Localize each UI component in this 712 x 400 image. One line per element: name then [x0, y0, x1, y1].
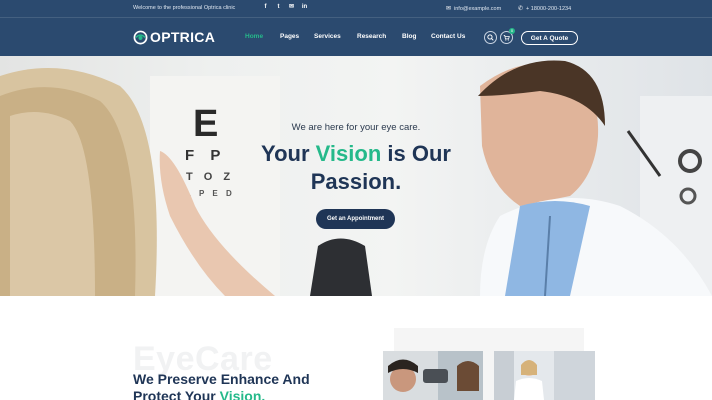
nav-item-blog[interactable]: Blog: [402, 33, 416, 40]
section-title-line2: Protect Your: [133, 388, 220, 400]
contact-phone[interactable]: ✆ + 18000-200-1234: [518, 5, 572, 13]
logo-text: OPTRICA: [150, 29, 216, 45]
facebook-icon[interactable]: f: [262, 3, 269, 11]
envelope-icon: ✉: [446, 6, 452, 12]
nav-item-contact[interactable]: Contact Us: [431, 33, 465, 40]
section-title-line1: We Preserve Enhance And: [133, 371, 310, 387]
nav-item-home[interactable]: Home: [245, 33, 263, 40]
cart-button[interactable]: 0: [500, 28, 515, 44]
svg-text:L P E D: L P E D: [186, 189, 235, 198]
email-icon[interactable]: ✉: [288, 3, 295, 11]
section-title-highlight: Vision.: [219, 388, 266, 400]
hero-tagline: We are here for your eye care.: [291, 122, 421, 133]
top-bar: Welcome to the professional Optrica clin…: [0, 0, 712, 17]
about-section: EyeCare We Preserve Enhance And Protect …: [0, 296, 712, 400]
nav-item-pages[interactable]: Pages: [280, 33, 299, 40]
hero-title-start: Your: [261, 141, 316, 166]
email-text: info@example.com: [454, 5, 502, 12]
topbar-divider: [0, 17, 712, 18]
twitter-icon[interactable]: t: [275, 3, 282, 11]
phone-text: + 18000-200-1234: [526, 5, 572, 12]
contact-email[interactable]: ✉ info@example.com: [446, 5, 502, 13]
welcome-text: Welcome to the professional Optrica clin…: [133, 5, 236, 11]
hero-title-highlight: Vision: [315, 141, 382, 166]
hero-title: Your Vision is Our Passion.: [240, 140, 472, 196]
cart-count-badge: 0: [509, 28, 515, 34]
cart-icon: [503, 35, 510, 41]
site-logo[interactable]: OPTRICA: [133, 29, 215, 45]
svg-text:T O Z: T O Z: [186, 171, 234, 183]
phone-icon: ✆: [518, 6, 524, 12]
svg-text:F P: F P: [185, 147, 226, 164]
eye-logo-icon: [133, 30, 148, 44]
nav-item-services[interactable]: Services: [314, 33, 341, 40]
section-title: We Preserve Enhance And Protect Your Vis…: [133, 371, 353, 400]
search-icon: [487, 34, 494, 41]
social-links: f t ✉ in: [262, 3, 308, 11]
eye-exam-image: [383, 351, 483, 400]
search-button[interactable]: [484, 31, 497, 44]
get-appointment-button[interactable]: Get an Appointment: [316, 209, 395, 229]
optician-image: [494, 351, 595, 400]
site-header: Welcome to the professional Optrica clin…: [0, 0, 712, 56]
page: Welcome to the professional Optrica clin…: [0, 0, 712, 400]
linkedin-icon[interactable]: in: [301, 3, 308, 11]
nav-item-research[interactable]: Research: [357, 33, 386, 40]
get-quote-button[interactable]: Get A Quote: [521, 31, 578, 45]
hero-banner: E F P T O Z L P E D We are here for your: [0, 56, 712, 296]
